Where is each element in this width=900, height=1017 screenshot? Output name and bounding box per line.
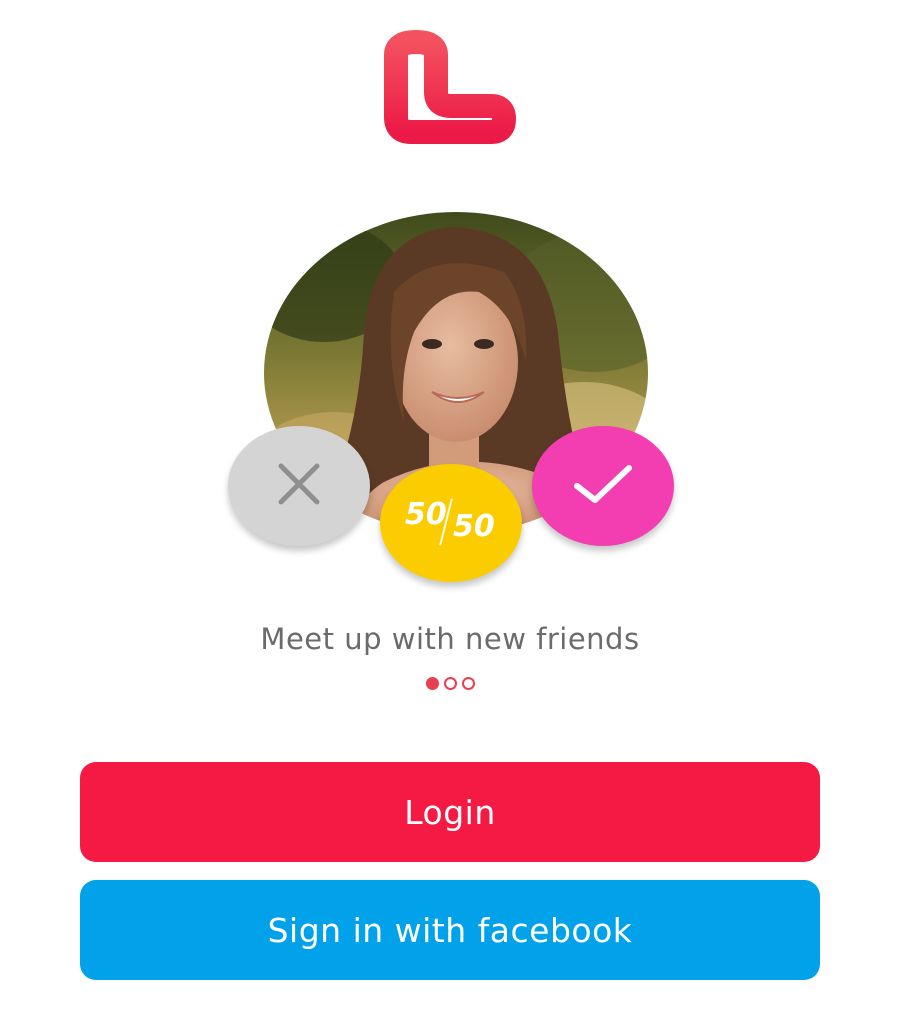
- heart-logo-icon: [366, 22, 534, 162]
- tagline-text: Meet up with new friends: [260, 622, 640, 656]
- check-icon: [571, 460, 635, 512]
- page-dot-2[interactable]: [443, 677, 457, 690]
- reject-button[interactable]: [228, 426, 370, 546]
- accept-button[interactable]: [532, 426, 674, 546]
- profile-card: 50 50: [220, 200, 690, 600]
- page-indicator: [0, 677, 900, 690]
- login-button[interactable]: Login: [80, 762, 820, 862]
- page-dot-3[interactable]: [461, 677, 475, 690]
- fifty-right-text: 50: [453, 509, 495, 544]
- fifty-fifty-button[interactable]: 50 50: [380, 464, 522, 582]
- fifty-fifty-label: 50 50: [401, 498, 501, 548]
- close-icon: [275, 460, 323, 512]
- facebook-signin-label: Sign in with facebook: [267, 910, 633, 950]
- facebook-signin-button[interactable]: Sign in with facebook: [80, 880, 820, 980]
- page-dot-1[interactable]: [425, 677, 439, 690]
- login-button-label: Login: [404, 792, 496, 832]
- fifty-left-text: 50: [405, 497, 447, 532]
